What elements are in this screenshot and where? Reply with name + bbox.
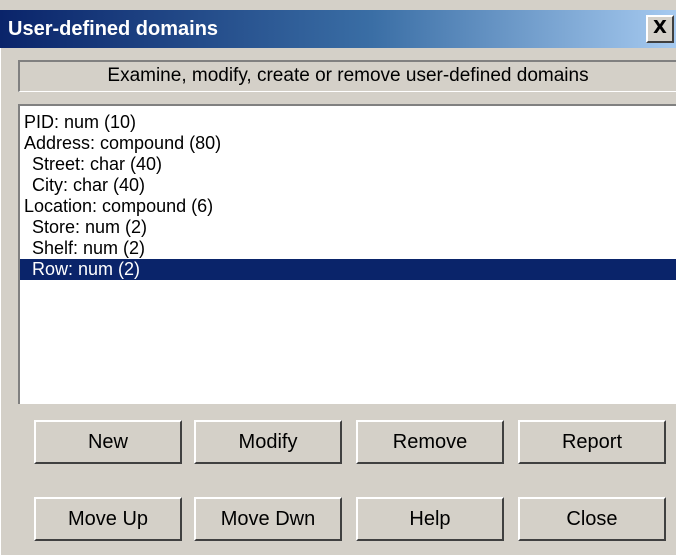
dialog-window: User-defined domains X Examine, modify, …	[0, 0, 676, 555]
list-item[interactable]: Street: char (40)	[20, 154, 676, 175]
list-item[interactable]: PID: num (10)	[20, 112, 676, 133]
close-icon: X	[653, 17, 667, 38]
list-item[interactable]: City: char (40)	[20, 175, 676, 196]
report-button[interactable]: Report	[518, 420, 666, 464]
move-down-button[interactable]: Move Dwn	[194, 497, 342, 541]
window-left-edge	[0, 48, 1, 555]
window-title: User-defined domains	[8, 18, 219, 40]
title-bar[interactable]: User-defined domains X	[0, 10, 676, 48]
close-window-button[interactable]: X	[646, 15, 674, 43]
help-button[interactable]: Help	[356, 497, 504, 541]
info-status-bar: Examine, modify, create or remove user-d…	[18, 60, 676, 92]
info-text: Examine, modify, create or remove user-d…	[107, 65, 589, 86]
new-button[interactable]: New	[34, 420, 182, 464]
list-item[interactable]: Shelf: num (2)	[20, 238, 676, 259]
move-up-button[interactable]: Move Up	[34, 497, 182, 541]
domains-list[interactable]: PID: num (10) Address: compound (80) Str…	[18, 104, 676, 404]
remove-button[interactable]: Remove	[356, 420, 504, 464]
list-item[interactable]: Row: num (2)	[20, 259, 676, 280]
modify-button[interactable]: Modify	[194, 420, 342, 464]
list-item[interactable]: Store: num (2)	[20, 217, 676, 238]
close-button[interactable]: Close	[518, 497, 666, 541]
domains-list-items: PID: num (10) Address: compound (80) Str…	[20, 112, 676, 280]
list-item[interactable]: Address: compound (80)	[20, 133, 676, 154]
list-item[interactable]: Location: compound (6)	[20, 196, 676, 217]
